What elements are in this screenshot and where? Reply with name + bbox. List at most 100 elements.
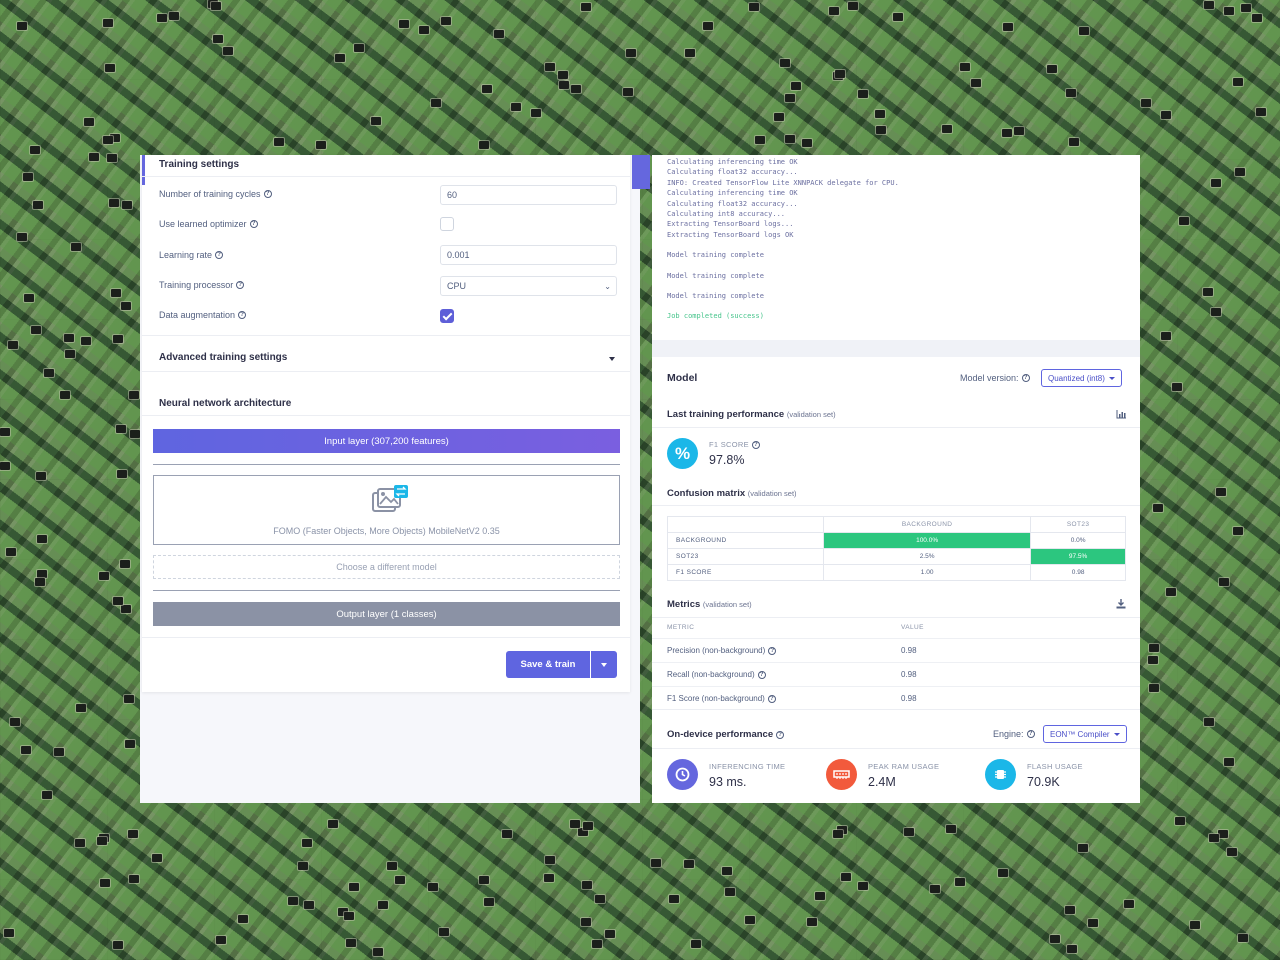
help-icon[interactable]: ? <box>238 311 247 319</box>
training-processor-select[interactable]: CPU ⌄ <box>440 276 617 296</box>
pcb-component <box>531 109 541 117</box>
download-icon[interactable] <box>1116 599 1126 609</box>
save-train-button[interactable]: Save & train <box>506 651 590 678</box>
pcb-component <box>848 2 858 10</box>
choose-model-button[interactable]: Choose a different model <box>153 555 620 579</box>
help-icon[interactable]: ? <box>768 646 777 655</box>
pcb-component <box>103 19 113 27</box>
f1-score-label-text: F1 SCORE <box>709 440 749 449</box>
pcb-component <box>124 695 134 703</box>
help-icon[interactable]: ? <box>776 730 785 739</box>
data-augmentation-checkbox[interactable] <box>440 309 454 323</box>
pcb-component <box>833 830 843 838</box>
pcb-component <box>595 895 605 903</box>
pcb-component <box>971 79 981 87</box>
pcb-component <box>605 930 615 938</box>
help-icon[interactable]: ? <box>767 694 776 703</box>
pcb-component <box>84 118 94 126</box>
pcb-component <box>942 125 952 133</box>
pcb-component <box>1047 65 1057 73</box>
table-cell: 100.0% <box>822 532 1032 549</box>
metric-value: 0.98 <box>901 670 917 679</box>
help-icon[interactable]: ? <box>263 190 272 198</box>
pcb-component <box>1078 844 1088 852</box>
metrics-title: Metrics (validation set) <box>667 599 752 610</box>
inferencing-time-label: INFERENCING TIME <box>709 762 786 771</box>
pcb-component <box>17 22 27 30</box>
pcb-component <box>955 878 965 886</box>
pcb-component <box>1238 934 1248 942</box>
help-icon[interactable]: ? <box>751 440 760 449</box>
help-icon[interactable]: ? <box>236 281 245 289</box>
output-layer-bar[interactable]: Output layer (1 classes) <box>153 602 620 626</box>
training-cycles-input[interactable]: 60 <box>440 185 617 205</box>
pcb-component <box>76 704 86 712</box>
pcb-component <box>1203 288 1213 296</box>
metric-name-text: F1 Score (non-background) <box>667 694 765 703</box>
pcb-component <box>346 939 356 947</box>
pcb-component <box>1224 7 1234 15</box>
pcb-component <box>791 82 801 90</box>
model-version-label: Model version: ? <box>960 373 1030 383</box>
input-layer-bar[interactable]: Input layer (307,200 features) <box>153 429 620 453</box>
last-performance-subtitle: (validation set) <box>786 410 836 419</box>
pcb-component <box>1161 111 1171 119</box>
pcb-component <box>371 117 381 125</box>
pcb-component <box>36 472 46 480</box>
model-version-select[interactable]: Quantized (int8) <box>1041 369 1122 387</box>
pcb-component <box>81 337 91 345</box>
metric-name: F1 Score (non-background) ? <box>667 694 776 703</box>
clock-icon <box>667 759 698 790</box>
chart-icon[interactable] <box>1116 410 1126 419</box>
table-row: BACKGROUND 100.0% 0.0% <box>667 532 1126 549</box>
save-options-dropdown[interactable] <box>591 651 617 678</box>
panel-gap <box>652 340 1140 357</box>
help-icon[interactable]: ? <box>1026 730 1035 738</box>
help-icon[interactable]: ? <box>249 220 258 228</box>
pcb-component <box>1241 4 1251 12</box>
memory-icon <box>826 759 857 790</box>
pcb-component <box>60 391 70 399</box>
engine-label: Engine: ? <box>993 729 1035 739</box>
percent-icon: % <box>667 438 698 469</box>
pcb-component <box>755 136 765 144</box>
learning-rate-label: Learning rate ? <box>159 250 224 260</box>
pcb-component <box>802 139 812 147</box>
pcb-component <box>835 70 845 78</box>
caret-down-icon[interactable] <box>609 357 615 361</box>
pcb-component <box>780 59 790 67</box>
divider <box>153 590 620 591</box>
inferencing-time-value: 93 ms. <box>709 775 747 789</box>
pcb-component <box>1233 78 1243 86</box>
pcb-component <box>441 17 451 25</box>
divider <box>142 415 630 416</box>
pcb-component <box>581 3 591 11</box>
engine-select[interactable]: EON™ Compiler <box>1043 725 1127 743</box>
advanced-settings-toggle[interactable]: Advanced training settings <box>159 352 287 363</box>
help-icon[interactable]: ? <box>1021 374 1030 382</box>
pcb-component <box>23 173 33 181</box>
help-icon[interactable]: ? <box>215 251 224 259</box>
divider <box>652 505 1140 506</box>
help-icon[interactable]: ? <box>757 670 766 679</box>
purple-scroll-tab <box>632 155 650 189</box>
learning-rate-input[interactable]: 0.001 <box>440 245 617 265</box>
divider <box>142 371 630 372</box>
confusion-matrix-title: Confusion matrix (validation set) <box>667 488 797 499</box>
pcb-component <box>44 369 54 377</box>
metric-name-text: Precision (non-background) <box>667 646 766 655</box>
pcb-component <box>338 908 348 916</box>
pcb-component <box>431 99 441 107</box>
pcb-component <box>582 881 592 889</box>
training-settings-card: Training settings Number of training cyc… <box>142 155 630 692</box>
pcb-component <box>1227 848 1237 856</box>
learned-optimizer-checkbox[interactable] <box>440 217 454 231</box>
pcb-component <box>1003 23 1013 31</box>
metric-column-header: METRIC <box>667 624 695 631</box>
pcb-component <box>1166 588 1176 596</box>
model-block[interactable]: FOMO (Faster Objects, More Objects) Mobi… <box>153 475 620 545</box>
pcb-component <box>545 63 555 71</box>
flash-usage-value: 70.9K <box>1027 775 1060 789</box>
pcb-component <box>129 875 139 883</box>
pcb-component <box>103 136 113 144</box>
